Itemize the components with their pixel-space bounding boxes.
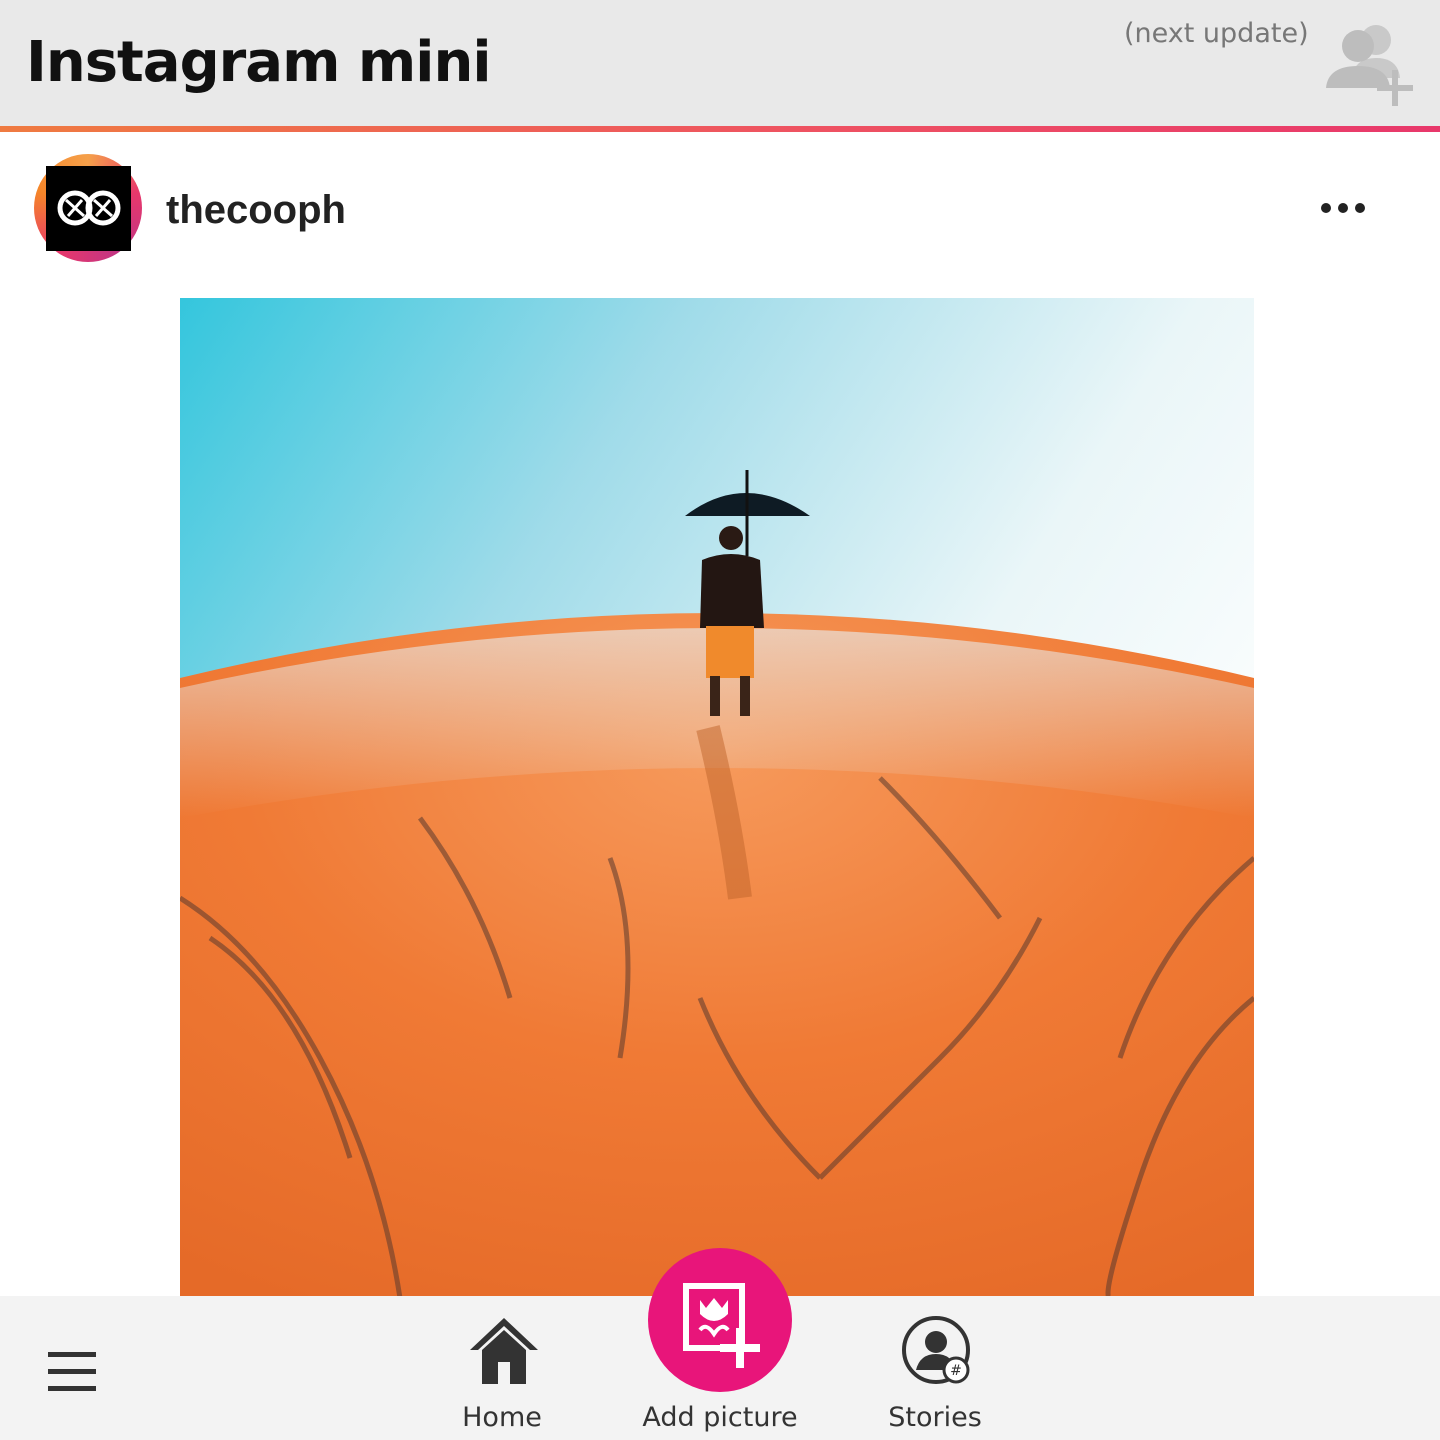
- nav-add-picture-label: Add picture: [642, 1402, 798, 1433]
- more-horizontal-icon: [1321, 203, 1365, 213]
- post-username[interactable]: thecooph: [166, 188, 346, 233]
- profile-avatar[interactable]: [34, 154, 142, 262]
- nav-home[interactable]: Home: [452, 1310, 552, 1440]
- accent-divider: [0, 126, 1440, 132]
- photo-image: [180, 298, 1254, 1298]
- next-update-label: (next update): [1124, 18, 1309, 49]
- stories-icon: #: [902, 1316, 970, 1384]
- post-photo[interactable]: [180, 298, 1254, 1298]
- add-friend-button[interactable]: [1322, 16, 1418, 112]
- nav-home-label: Home: [462, 1402, 542, 1433]
- add-user-icon: [1326, 25, 1413, 106]
- more-options-button[interactable]: [1314, 188, 1372, 228]
- menu-button[interactable]: [48, 1352, 96, 1392]
- svg-text:#: #: [950, 1363, 962, 1379]
- nav-stories-label: Stories: [888, 1402, 982, 1433]
- home-icon: [470, 1318, 538, 1384]
- hamburger-icon: [48, 1352, 96, 1357]
- nav-stories[interactable]: # Stories: [880, 1310, 990, 1440]
- add-picture-icon: [683, 1283, 760, 1368]
- app-title: Instagram mini: [26, 30, 492, 95]
- add-picture-button[interactable]: [648, 1248, 792, 1392]
- aperture-logo-icon: [46, 166, 131, 251]
- title-bar: Instagram mini (next update): [0, 0, 1440, 126]
